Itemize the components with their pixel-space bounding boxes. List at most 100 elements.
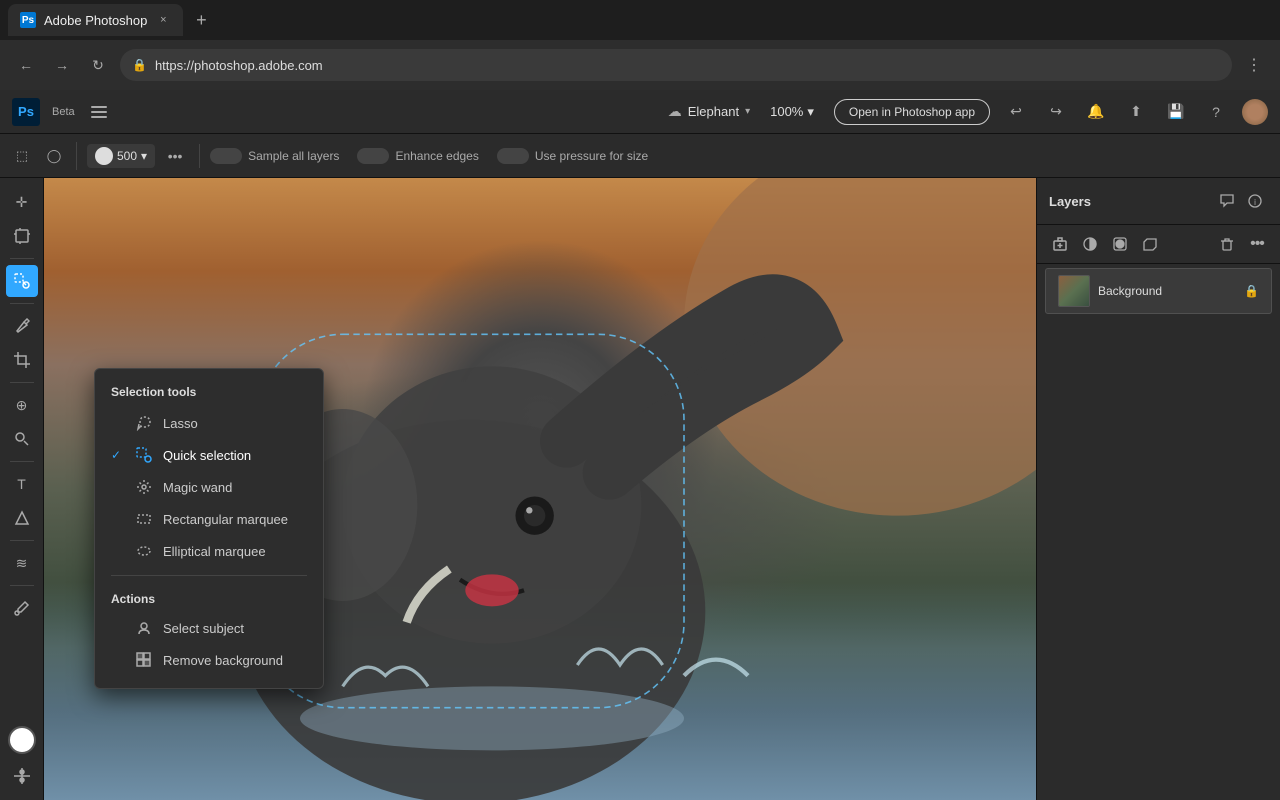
browser-menu-button[interactable]: ⋮: [1240, 51, 1268, 79]
back-button[interactable]: ←: [12, 51, 40, 79]
selection-tool-button[interactable]: [6, 265, 38, 297]
move-tool-button[interactable]: ✛: [6, 186, 38, 218]
open-photoshop-button[interactable]: Open in Photoshop app: [834, 99, 990, 125]
beta-label: Beta: [52, 106, 75, 118]
tool-separator-1: [10, 258, 34, 259]
layer-background-item[interactable]: Background 🔒: [1045, 268, 1272, 314]
avatar[interactable]: [1242, 99, 1268, 125]
undo-button[interactable]: ↩: [1002, 98, 1030, 126]
share-button[interactable]: ⬆: [1122, 98, 1150, 126]
address-bar[interactable]: 🔒 https://photoshop.adobe.com: [120, 49, 1232, 81]
pen-tool-button[interactable]: [6, 310, 38, 342]
enhance-edges-toggle[interactable]: [357, 148, 389, 164]
quick-selection-tool-item[interactable]: ✓ Quick selection: [95, 439, 323, 471]
layer-background-thumbnail: [1058, 275, 1090, 307]
eyedropper-tool-button[interactable]: [6, 592, 38, 624]
brush-size-control[interactable]: 500 ▾: [87, 144, 155, 168]
info-panel-icon[interactable]: i: [1242, 188, 1268, 214]
use-pressure-toggle[interactable]: [497, 148, 529, 164]
heal-tool-button[interactable]: ⊕: [6, 389, 38, 421]
actions-section-title: Actions: [95, 584, 323, 612]
use-pressure-toggle-group: Use pressure for size: [497, 148, 648, 164]
elliptical-marquee-toolbar-button[interactable]: ◯: [40, 142, 68, 170]
enhance-edges-label: Enhance edges: [395, 149, 478, 163]
browser-nav: ← → ↻ 🔒 https://photoshop.adobe.com ⋮: [0, 40, 1280, 90]
remove-background-icon: [135, 651, 153, 669]
select-subject-action-item[interactable]: Select subject: [95, 612, 323, 644]
group-layers-button[interactable]: [1137, 231, 1163, 257]
forward-button[interactable]: →: [48, 51, 76, 79]
tab-title: Adobe Photoshop: [44, 13, 147, 28]
tab-close-button[interactable]: ×: [155, 12, 171, 28]
crop-tool-button[interactable]: [6, 344, 38, 376]
sample-all-layers-toggle[interactable]: [210, 148, 242, 164]
elliptical-marquee-label: Elliptical marquee: [163, 544, 266, 559]
adjust-tool-button[interactable]: [6, 760, 38, 792]
redo-button[interactable]: ↪: [1042, 98, 1070, 126]
shape-tool-button[interactable]: [6, 502, 38, 534]
brush-preview: [95, 147, 113, 165]
delete-layer-button[interactable]: [1214, 231, 1240, 257]
app-layout: Ps Beta ☁ Elephant ▾ 100% ▾ Open in Phot…: [0, 90, 1280, 800]
ellip-marquee-check: [111, 544, 125, 558]
lasso-icon: [135, 414, 153, 432]
text-tool-button[interactable]: T: [6, 468, 38, 500]
layers-toolbar: •••: [1037, 225, 1280, 264]
lasso-label: Lasso: [163, 416, 198, 431]
foreground-color-swatch[interactable]: [8, 726, 36, 754]
add-layer-button[interactable]: [1047, 231, 1073, 257]
clone-tool-button[interactable]: [6, 423, 38, 455]
ps-logo: Ps: [12, 98, 40, 126]
tool-separator-3: [10, 382, 34, 383]
artboard-tool-button[interactable]: [6, 220, 38, 252]
magic-wand-tool-item[interactable]: Magic wand: [95, 471, 323, 503]
magic-wand-icon: [135, 478, 153, 496]
tool-separator-2: [10, 303, 34, 304]
elliptical-marquee-icon: [135, 542, 153, 560]
rectangular-marquee-tool-item[interactable]: Rectangular marquee: [95, 503, 323, 535]
adjustment-layer-button[interactable]: [1077, 231, 1103, 257]
remove-background-label: Remove background: [163, 653, 283, 668]
selection-tools-section-title: Selection tools: [95, 381, 323, 407]
zoom-control[interactable]: 100% ▾: [762, 100, 822, 124]
new-tab-button[interactable]: +: [187, 6, 215, 34]
toolbar-more-button[interactable]: •••: [161, 142, 189, 170]
use-pressure-label: Use pressure for size: [535, 149, 648, 163]
hamburger-menu[interactable]: [87, 102, 111, 122]
cloud-icon: ☁: [668, 103, 682, 120]
quick-selection-check: ✓: [111, 448, 125, 462]
remove-bg-check: [111, 653, 125, 667]
quick-selection-icon: [135, 446, 153, 464]
tool-separator-4: [10, 461, 34, 462]
svg-text:i: i: [1254, 198, 1256, 207]
rect-marquee-check: [111, 512, 125, 526]
popup-divider: [111, 575, 307, 576]
mask-button[interactable]: [1107, 231, 1133, 257]
layers-more-button[interactable]: •••: [1244, 231, 1270, 257]
save-button[interactable]: 💾: [1162, 98, 1190, 126]
canvas-area[interactable]: Selection tools Lasso ✓ Quick sel: [44, 178, 1036, 800]
lasso-tool-item[interactable]: Lasso: [95, 407, 323, 439]
select-subject-icon: [135, 619, 153, 637]
selection-shape-group: ⬚ ◯: [8, 142, 77, 170]
select-subject-check: [111, 621, 125, 635]
browser-tab[interactable]: Ps Adobe Photoshop ×: [8, 4, 183, 36]
notifications-button[interactable]: 🔔: [1082, 98, 1110, 126]
chat-panel-icon[interactable]: [1214, 188, 1240, 214]
tool-separator-5: [10, 540, 34, 541]
filename-label: Elephant: [688, 104, 739, 119]
liquefy-tool-button[interactable]: ≋: [6, 547, 38, 579]
reload-button[interactable]: ↻: [84, 51, 112, 79]
layers-panel: Layers i: [1036, 178, 1280, 800]
app-header: Ps Beta ☁ Elephant ▾ 100% ▾ Open in Phot…: [0, 90, 1280, 134]
rectangular-marquee-icon: [135, 510, 153, 528]
remove-background-action-item[interactable]: Remove background: [95, 644, 323, 676]
select-subject-label: Select subject: [163, 621, 244, 636]
rectangular-marquee-toolbar-button[interactable]: ⬚: [8, 142, 36, 170]
left-sidebar: ✛ ⊕ T ≋: [0, 178, 44, 800]
cloud-filename[interactable]: ☁ Elephant ▾: [668, 103, 750, 120]
elliptical-marquee-tool-item[interactable]: Elliptical marquee: [95, 535, 323, 567]
tab-bar: Ps Adobe Photoshop × +: [0, 0, 1280, 40]
help-button[interactable]: ?: [1202, 98, 1230, 126]
options-toolbar: ⬚ ◯ 500 ▾ ••• Sample all layers Enhance …: [0, 134, 1280, 178]
